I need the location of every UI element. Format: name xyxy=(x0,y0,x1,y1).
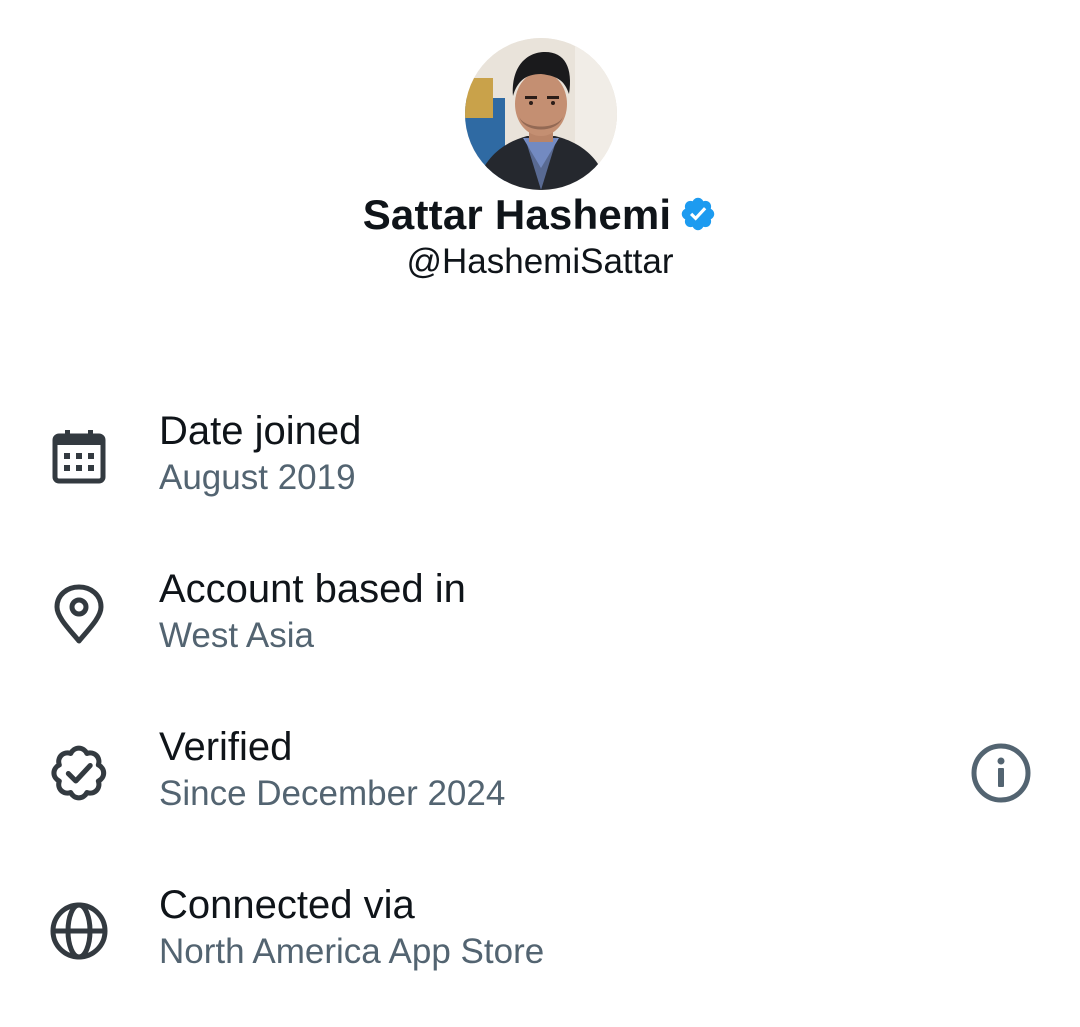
avatar[interactable] xyxy=(465,38,617,190)
info-row-verified: Verified Since December 2024 xyxy=(0,711,1080,869)
avatar-photo xyxy=(465,38,617,190)
about-info-list: Date joined August 2019 Account based in… xyxy=(0,395,1080,1027)
row-title: Account based in xyxy=(159,567,466,611)
row-title: Verified xyxy=(159,725,293,769)
info-row-connected-via: Connected via North America App Store xyxy=(0,869,1080,1027)
globe-icon xyxy=(47,899,111,963)
display-name: Sattar Hashemi xyxy=(362,191,672,238)
name-row: Sattar Hashemi xyxy=(0,190,1080,240)
row-title: Date joined xyxy=(159,409,362,453)
location-pin-icon xyxy=(47,583,111,647)
row-value: West Asia xyxy=(159,616,314,655)
profile-header: Sattar Hashemi @HashemiSattar xyxy=(0,0,1080,300)
info-row-date-joined: Date joined August 2019 xyxy=(0,395,1080,553)
row-title: Connected via xyxy=(159,883,415,927)
profile-handle: @HashemiSattar xyxy=(406,242,674,281)
row-value: August 2019 xyxy=(159,458,356,497)
info-row-account-based-in: Account based in West Asia xyxy=(0,553,1080,711)
info-icon[interactable] xyxy=(968,740,1034,806)
verified-badge-icon xyxy=(47,741,111,805)
verified-check-icon[interactable] xyxy=(679,195,717,233)
calendar-icon xyxy=(47,425,111,489)
row-value: Since December 2024 xyxy=(159,774,506,813)
row-value: North America App Store xyxy=(159,932,545,971)
